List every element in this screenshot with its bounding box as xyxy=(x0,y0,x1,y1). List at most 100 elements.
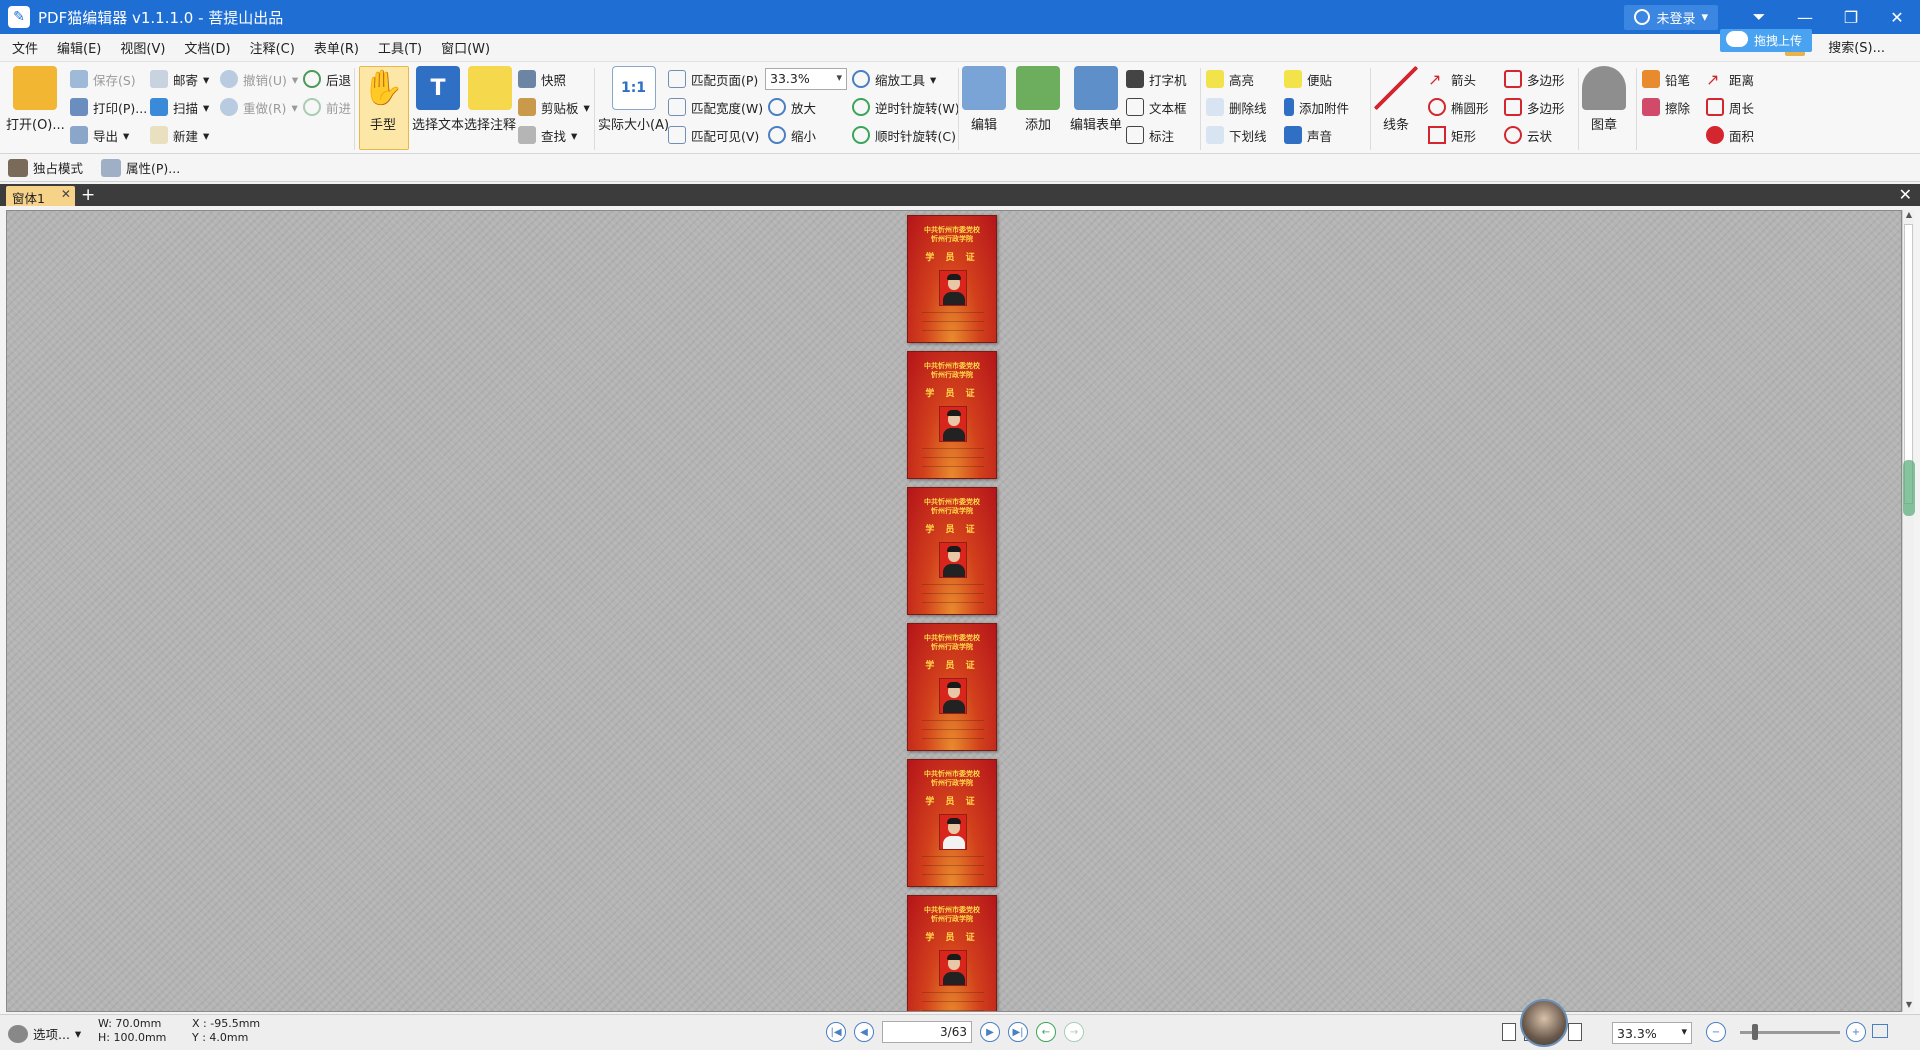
document-page-thumbnail[interactable]: 中共忻州市委党校 忻州行政学院学 员 证 xyxy=(907,215,997,343)
arrow-button[interactable]: ↗ 箭头 xyxy=(1428,68,1476,90)
tab-window1[interactable]: 窗体1 ✕ xyxy=(6,186,75,206)
document-page-thumbnail[interactable]: 中共忻州市委党校 忻州行政学院学 员 证 xyxy=(907,759,997,887)
status-zoom-in-icon[interactable]: + xyxy=(1846,1022,1866,1042)
polyline-button[interactable]: 多边形 xyxy=(1504,96,1565,118)
export-button[interactable]: 导出 ▾ xyxy=(70,124,129,146)
edit-form-button[interactable]: 编辑表单 xyxy=(1070,66,1122,133)
forward-button[interactable]: 前进 xyxy=(303,96,351,118)
rect-button[interactable]: 矩形 xyxy=(1428,124,1476,146)
new-button[interactable]: 新建 ▾ xyxy=(150,124,209,146)
note-button[interactable]: 便贴 xyxy=(1284,68,1332,90)
back-button[interactable]: 后退 xyxy=(303,68,351,90)
tab-close-icon[interactable]: ✕ xyxy=(61,187,71,201)
perimeter-button[interactable]: 周长 xyxy=(1706,96,1754,118)
scan-button[interactable]: 扫描 ▾ xyxy=(150,96,209,118)
redo-button[interactable]: 重做(R) ▾ xyxy=(220,96,298,118)
sound-button[interactable]: 声音 xyxy=(1284,124,1332,146)
area-button[interactable]: 面积 xyxy=(1706,124,1754,146)
textbox-button[interactable]: 文本框 xyxy=(1126,96,1187,118)
menu-window[interactable]: 窗口(W) xyxy=(441,38,490,57)
clipboard-button[interactable]: 剪贴板 ▾ xyxy=(518,96,590,118)
typewriter-button[interactable]: 打字机 xyxy=(1126,68,1187,90)
scroll-down-icon[interactable]: ▼ xyxy=(1903,1000,1915,1012)
actual-size-button[interactable]: 1:1 实际大小(A) xyxy=(598,66,669,133)
underline-button[interactable]: 下划线 xyxy=(1206,124,1267,146)
options-button[interactable]: 选项... ▾ xyxy=(8,1024,81,1043)
fit-visible-button[interactable]: 匹配可见(V) xyxy=(668,124,759,146)
find-button[interactable]: 查找 ▾ xyxy=(518,124,577,146)
menu-document[interactable]: 文档(D) xyxy=(184,38,230,57)
attach-button[interactable]: 添加附件 xyxy=(1284,96,1349,118)
history-back-icon[interactable]: ← xyxy=(1036,1022,1056,1042)
scroll-up-icon[interactable]: ▲ xyxy=(1903,210,1915,222)
close-document-icon[interactable]: ✕ xyxy=(1899,185,1912,204)
next-page-icon[interactable]: ▶ xyxy=(980,1022,1000,1042)
callout-button[interactable]: 标注 xyxy=(1126,124,1174,146)
select-annotation-button[interactable]: 选择注释 xyxy=(464,66,516,133)
undo-button[interactable]: 撤销(U) ▾ xyxy=(220,68,298,90)
single-page-icon[interactable] xyxy=(1502,1023,1516,1041)
zoom-select[interactable]: 33.3% xyxy=(765,68,847,90)
fit-page-button[interactable]: 匹配页面(P) xyxy=(668,68,758,90)
first-page-icon[interactable]: |◀ xyxy=(826,1022,846,1042)
rotate-cw-button[interactable]: 顺时针旋转(C) xyxy=(852,124,956,146)
menu-file[interactable]: 文件 xyxy=(12,38,38,57)
edit-label: 编辑 xyxy=(970,118,997,133)
fit-window-icon[interactable] xyxy=(1872,1024,1888,1038)
document-page-thumbnail[interactable]: 中共忻州市委党校 忻州行政学院学 员 证 xyxy=(907,895,997,1011)
mail-button[interactable]: 邮寄 ▾ xyxy=(150,68,209,90)
hand-tool-button[interactable]: ✋ 手型 xyxy=(361,66,405,133)
save-button[interactable]: 保存(S) xyxy=(70,68,136,90)
status-zoom-select[interactable]: 33.3% xyxy=(1612,1022,1692,1044)
line-button[interactable]: 线条 xyxy=(1374,66,1418,133)
new-tab-button[interactable]: + xyxy=(81,185,95,205)
strikeout-button[interactable]: 删除线 xyxy=(1206,96,1267,118)
polygon-button[interactable]: 多边形 xyxy=(1504,68,1565,90)
last-page-icon[interactable]: ▶| xyxy=(1008,1022,1028,1042)
page-number-input[interactable]: 3/63 xyxy=(882,1021,972,1043)
history-forward-icon[interactable]: → xyxy=(1064,1022,1084,1042)
zoom-slider[interactable] xyxy=(1740,1024,1840,1040)
add-button[interactable]: 添加 xyxy=(1016,66,1060,133)
eraser-button[interactable]: 擦除 xyxy=(1642,96,1690,118)
grid-page-icon[interactable] xyxy=(1568,1023,1582,1041)
exclusive-mode-button[interactable]: 独占模式 xyxy=(8,158,83,177)
snapshot-button[interactable]: 快照 xyxy=(518,68,566,90)
fit-width-button[interactable]: 匹配宽度(W) xyxy=(668,96,763,118)
login-button[interactable]: 未登录 ▾ xyxy=(1624,4,1718,30)
print-button[interactable]: 打印(P)... xyxy=(70,96,147,118)
zoom-tool-button[interactable]: 缩放工具 ▾ xyxy=(852,68,936,90)
document-page-thumbnail[interactable]: 中共忻州市委党校 忻州行政学院学 员 证 xyxy=(907,351,997,479)
menu-comment[interactable]: 注释(C) xyxy=(250,38,295,57)
restore-button[interactable]: ❐ xyxy=(1828,0,1874,34)
document-page-thumbnail[interactable]: 中共忻州市委党校 忻州行政学院学 员 证 xyxy=(907,623,997,751)
status-zoom-out-icon[interactable]: − xyxy=(1706,1022,1726,1042)
properties-button[interactable]: 属性(P)... xyxy=(101,158,180,177)
distance-button[interactable]: ↗ 距离 xyxy=(1706,68,1754,90)
zoom-out-button[interactable]: 缩小 xyxy=(768,124,816,146)
menu-tools[interactable]: 工具(T) xyxy=(378,38,422,57)
rotate-ccw-button[interactable]: 逆时针旋转(W) xyxy=(852,96,960,118)
select-text-button[interactable]: T 选择文本 xyxy=(412,66,464,133)
cloud-button[interactable]: 云状 xyxy=(1504,124,1552,146)
prev-page-icon[interactable]: ◀ xyxy=(854,1022,874,1042)
menu-view[interactable]: 视图(V) xyxy=(120,38,165,57)
document-page-thumbnail[interactable]: 中共忻州市委党校 忻州行政学院学 员 证 xyxy=(907,487,997,615)
assistant-avatar[interactable] xyxy=(1520,999,1568,1047)
zoom-in-button[interactable]: 放大 xyxy=(768,96,816,118)
close-button[interactable]: ✕ xyxy=(1874,0,1920,34)
highlight-button[interactable]: 高亮 xyxy=(1206,68,1254,90)
stamp-button[interactable]: 图章 xyxy=(1582,66,1626,133)
menu-edit[interactable]: 编辑(E) xyxy=(57,38,101,57)
zoom-slider-handle[interactable] xyxy=(1752,1024,1758,1040)
upload-button[interactable]: 拖拽上传 xyxy=(1719,29,1812,52)
zoom-tool-label: 缩放工具 xyxy=(875,72,926,88)
pencil-button[interactable]: 铅笔 xyxy=(1642,68,1690,90)
ellipse-button[interactable]: 椭圆形 xyxy=(1428,96,1489,118)
edit-button[interactable]: 编辑 xyxy=(962,66,1006,133)
open-button[interactable]: 打开(O)... xyxy=(6,66,65,133)
redo-icon xyxy=(220,98,238,116)
vertical-scrollbar[interactable]: ▲ ▼ xyxy=(1902,210,1915,1012)
menu-form[interactable]: 表单(R) xyxy=(314,38,359,57)
document-view[interactable]: 中共忻州市委党校 忻州行政学院学 员 证中共忻州市委党校 忻州行政学院学 员 证中共… xyxy=(6,210,1902,1012)
